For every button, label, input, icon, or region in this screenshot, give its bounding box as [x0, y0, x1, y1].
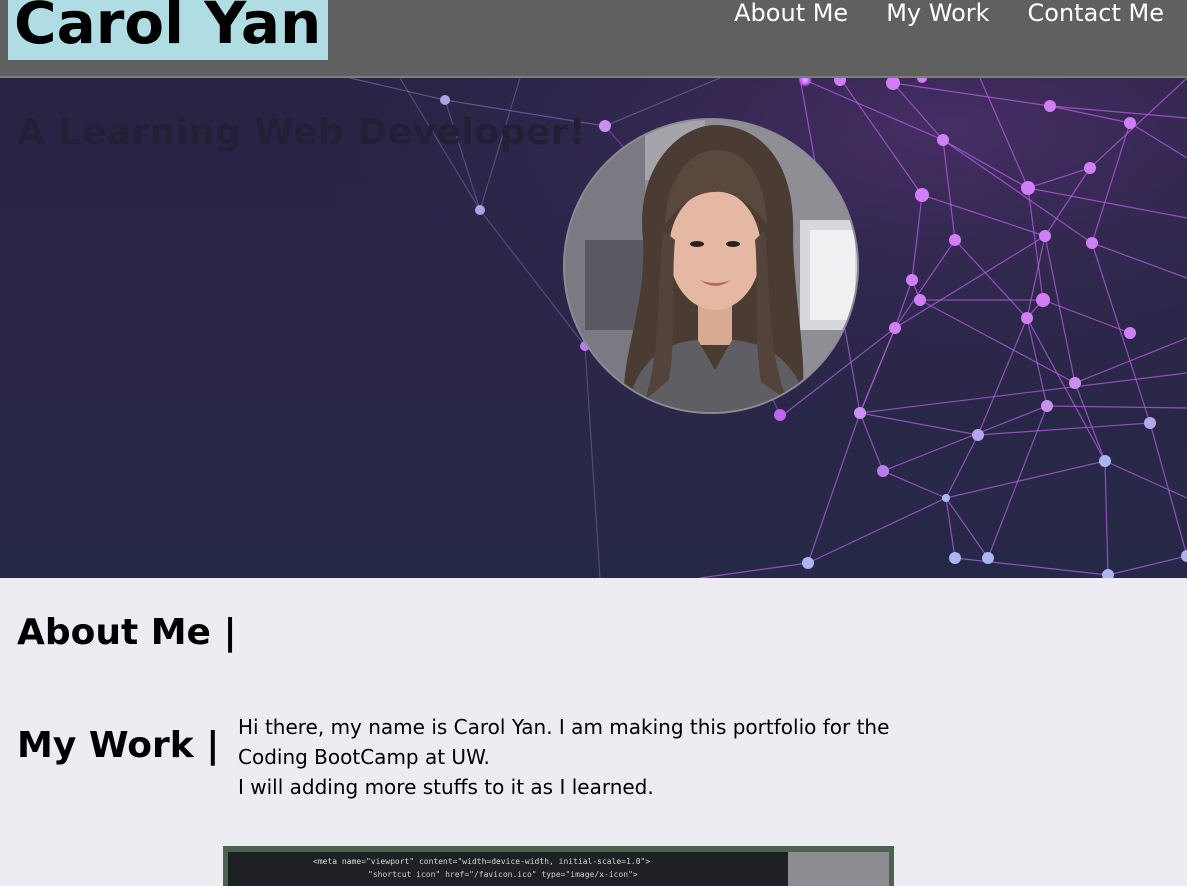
portrait-image	[565, 120, 857, 412]
code-editor-image: <meta name="viewport" content="width=dev…	[313, 852, 889, 886]
work-heading: My Work |	[17, 725, 220, 766]
about-heading: About Me |	[17, 612, 237, 653]
nav-link-work[interactable]: My Work	[886, 0, 989, 28]
work-project-thumbnail[interactable]: <meta name="viewport" content="width=dev…	[223, 846, 894, 886]
about-text-line2: I will adding more stuffs to it as I lea…	[238, 775, 654, 799]
nav-link-about[interactable]: About Me	[734, 0, 848, 28]
about-description: Hi there, my name is Carol Yan. I am mak…	[238, 712, 918, 802]
hero-banner: A Learning Web Developer!	[0, 78, 1187, 578]
nav-link-contact[interactable]: Contact Me	[1028, 0, 1164, 28]
profile-photo	[563, 118, 859, 414]
code-line-1: <meta name="viewport" content="width=dev…	[313, 857, 650, 866]
code-line-2: "shortcut icon" href="/favicon.ico" type…	[368, 870, 638, 879]
main-nav: About Me My Work Contact Me	[734, 0, 1164, 28]
site-brand[interactable]: Carol Yan	[8, 0, 329, 60]
about-text-line1: Hi there, my name is Carol Yan. I am mak…	[238, 715, 890, 769]
site-header: Carol Yan About Me My Work Contact Me	[0, 0, 1187, 78]
code-screenshot-image: <meta name="viewport" content="width=dev…	[228, 852, 889, 886]
hero-tagline: A Learning Web Developer!	[17, 112, 586, 153]
